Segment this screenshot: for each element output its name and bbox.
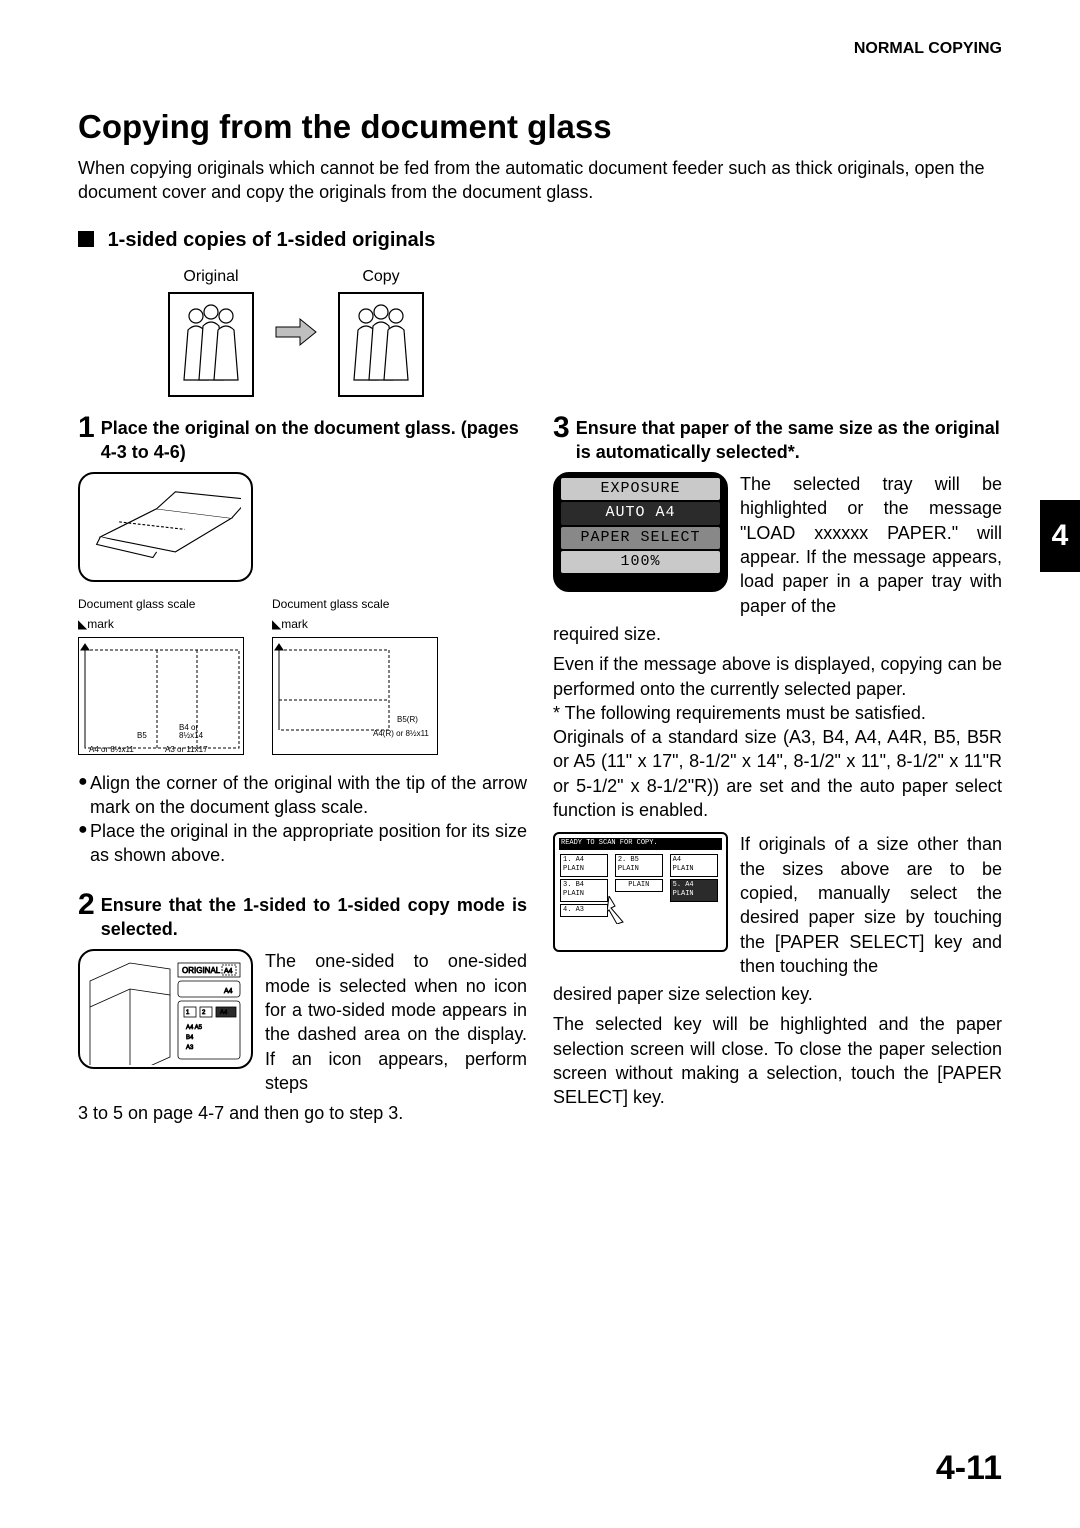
step2-heading: 2 Ensure that the 1-sided to 1-sided cop… [78, 890, 527, 942]
glass-scale-diagram-2: B5(R) A4(R) or 8½x11 [272, 637, 438, 755]
svg-text:ORIGINAL: ORIGINAL [182, 966, 221, 975]
original-copy-figure: Original Copy [168, 268, 1002, 397]
step-number: 3 [553, 413, 570, 465]
paper-size-option: 4. A3 [560, 904, 608, 917]
step3-body2: If originals of a size other than the si… [740, 832, 1002, 978]
svg-text:A4: A4 [224, 968, 233, 975]
lcd-zoom: 100% [561, 551, 720, 573]
panel-status-bar: READY TO SCAN FOR COPY. [559, 838, 722, 849]
step1-heading: 1 Place the original on the document gla… [78, 413, 527, 465]
step2-tail: 3 to 5 on page 4-7 and then go to step 3… [78, 1101, 527, 1125]
step3-tail2: desired paper size selection key. [553, 982, 1002, 1006]
svg-text:A4(R) or 8½x11: A4(R) or 8½x11 [373, 729, 429, 738]
scanner-lid-icon [91, 480, 241, 575]
subheading-text: 1-sided copies of 1-sided originals [108, 229, 436, 251]
glass-scale-label-2: Document glass scale [272, 596, 438, 612]
paper-size-option: A4PLAIN [670, 854, 718, 877]
step1-bullet1: Align the corner of the original with th… [90, 771, 527, 820]
glass-scale-label-1: Document glass scale [78, 596, 244, 612]
page-header: NORMAL COPYING [78, 40, 1002, 58]
lcd-paper-select: PAPER SELECT [561, 527, 720, 549]
people-group-icon [176, 300, 246, 388]
step3-para3: * The following requirements must be sat… [553, 701, 1002, 725]
lcd-exposure: EXPOSURE [561, 478, 720, 500]
intro-paragraph: When copying originals which cannot be f… [78, 156, 1002, 205]
svg-text:B5: B5 [137, 731, 147, 740]
step-number: 1 [78, 413, 95, 465]
svg-text:A4: A4 [220, 1010, 228, 1016]
svg-text:8½x14: 8½x14 [179, 731, 204, 740]
step1-bullet2: Place the original in the appropriate po… [90, 819, 527, 868]
glass-scale-diagram-1: B4 or 8½x14 B5 A4 or 8½x11 A3 or 11x17 [78, 637, 244, 755]
bullet-dot-icon: ● [78, 819, 90, 868]
lcd-auto-size: AUTO A4 [561, 502, 720, 524]
copier-display-illustration: ORIGINAL A4 A4 1 2 A4 A4 A5 B4 A3 [78, 949, 253, 1069]
svg-text:A3 or 11x17: A3 or 11x17 [165, 745, 208, 754]
chapter-tab: 4 [1040, 500, 1080, 572]
step-number: 2 [78, 890, 95, 942]
step3-para4: Originals of a standard size (A3, B4, A4… [553, 725, 1002, 822]
step-title: Place the original on the document glass… [101, 413, 527, 465]
step2-body: The one-sided to one-sided mode is selec… [265, 949, 527, 1095]
svg-text:B4: B4 [186, 1035, 194, 1041]
paper-size-option: 1. A4PLAIN [560, 854, 608, 877]
mark-label-2: ◣mark [272, 616, 438, 632]
paper-size-option-selected: 5. A4PLAIN [670, 879, 718, 902]
mark-label-1: ◣mark [78, 616, 244, 632]
original-label: Original [168, 268, 254, 286]
page-number: 4-11 [936, 1449, 1002, 1488]
svg-text:A3: A3 [186, 1045, 194, 1051]
original-illustration [168, 292, 254, 397]
svg-text:A4 A5: A4 A5 [186, 1025, 203, 1031]
people-group-icon [346, 300, 416, 388]
step3-body1: The selected tray will be highlighted or… [740, 472, 1002, 618]
page-title: Copying from the document glass [78, 108, 1002, 146]
step-title: Ensure that the 1-sided to 1-sided copy … [101, 890, 527, 942]
place-original-illustration [78, 472, 253, 582]
paper-size-option: PLAIN [615, 879, 663, 892]
copy-label: Copy [338, 268, 424, 286]
paper-select-panel-illustration: READY TO SCAN FOR COPY. 1. A4PLAIN 2. B5… [553, 832, 728, 952]
step3-heading: 3 Ensure that paper of the same size as … [553, 413, 1002, 465]
svg-text:B5(R): B5(R) [397, 715, 418, 724]
paper-size-option: 2. B5PLAIN [615, 854, 663, 877]
glass-scale-diagrams: Document glass scale ◣mark B4 or 8½x14 [78, 596, 527, 754]
svg-text:A4 or 8½x11: A4 or 8½x11 [89, 745, 134, 754]
copy-illustration [338, 292, 424, 397]
paper-size-option: 3. B4PLAIN [560, 879, 608, 902]
lcd-panel-illustration: EXPOSURE AUTO A4 PAPER SELECT 100% [553, 472, 728, 592]
bullet-dot-icon: ● [78, 771, 90, 820]
pointer-icon [607, 896, 629, 924]
section-subheading: 1-sided copies of 1-sided originals [78, 229, 1002, 252]
step-title: Ensure that paper of the same size as th… [576, 413, 1002, 465]
step1-bullets: ●Align the corner of the original with t… [78, 771, 527, 868]
step3-tail1: required size. [553, 622, 1002, 646]
step3-para5: The selected key will be highlighted and… [553, 1012, 1002, 1109]
square-bullet-icon [78, 231, 94, 247]
step3-para2: Even if the message above is displayed, … [553, 652, 1002, 701]
svg-text:A4: A4 [224, 988, 233, 995]
arrow-right-icon [274, 317, 318, 347]
